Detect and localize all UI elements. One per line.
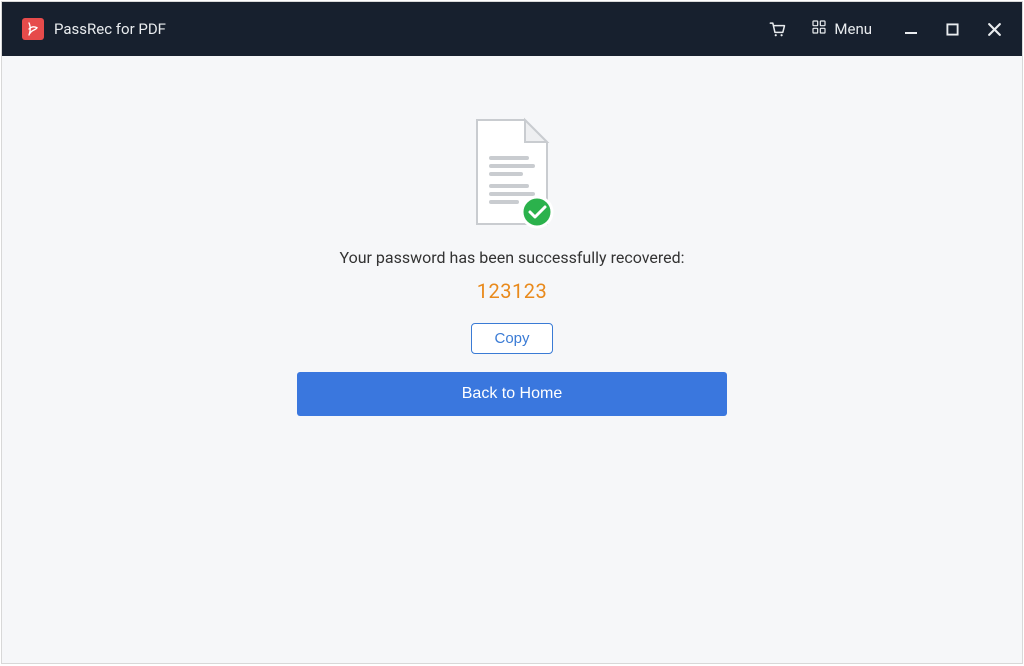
app-title: PassRec for PDF [54,20,166,38]
document-success-icon [467,116,557,226]
app-logo-icon [22,18,44,40]
copy-button[interactable]: Copy [471,323,552,354]
menu-button[interactable]: Menu [809,15,874,43]
window-controls [900,18,1006,41]
main-content: Your password has been successfully reco… [2,56,1022,663]
back-to-home-button[interactable]: Back to Home [297,372,727,416]
menu-label: Menu [834,20,872,38]
cart-icon[interactable] [763,15,791,43]
close-button[interactable] [983,18,1006,41]
menu-grid-icon [811,19,827,39]
app-window: PassRec for PDF M [1,1,1023,664]
titlebar-right: Menu [763,15,1006,43]
minimize-button[interactable] [900,18,922,40]
titlebar: PassRec for PDF M [2,2,1022,56]
success-message: Your password has been successfully reco… [339,248,684,267]
recovered-password: 123123 [477,279,547,303]
titlebar-left: PassRec for PDF [22,18,166,40]
maximize-button[interactable] [942,19,963,40]
